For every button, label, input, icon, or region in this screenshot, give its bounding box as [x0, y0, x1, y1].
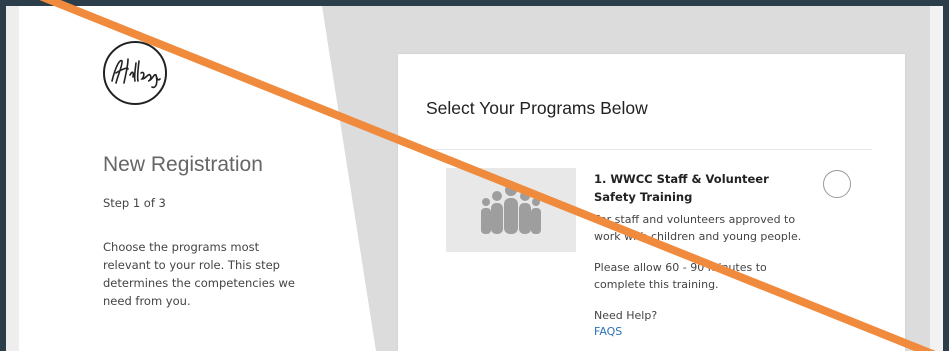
program-time-note: Please allow 60 - 90 minutes to complete…: [594, 261, 767, 291]
step-description: Choose the programs most relevant to you…: [103, 240, 295, 308]
programs-heading: Select Your Programs Below: [426, 98, 648, 118]
page-title: New Registration: [103, 153, 263, 176]
program-description: For staff and volunteers approved to wor…: [594, 213, 802, 243]
program-name: 1. WWCC Staff & Volunteer Safety Trainin…: [594, 172, 769, 204]
hillsong-logo: [103, 41, 167, 105]
page-viewport: New Registration Step 1 of 3 Choose the …: [6, 6, 943, 351]
need-help-label: Need Help?: [594, 309, 658, 322]
left-panel: New Registration Step 1 of 3 Choose the …: [6, 6, 376, 351]
step-indicator: Step 1 of 3: [103, 196, 166, 210]
heading-divider: [426, 149, 872, 150]
program-select-radio[interactable]: [823, 170, 851, 198]
faqs-link[interactable]: FAQS: [594, 325, 622, 338]
browser-frame: New Registration Step 1 of 3 Choose the …: [0, 0, 949, 351]
right-edge-strip: [930, 6, 943, 351]
programs-card: Select Your Programs Below 1. WWCC Staff…: [398, 54, 905, 351]
logo-script-icon: [111, 58, 161, 89]
program-thumbnail: [446, 168, 576, 252]
left-edge-strip: [6, 6, 19, 351]
people-group-icon: [481, 184, 541, 234]
